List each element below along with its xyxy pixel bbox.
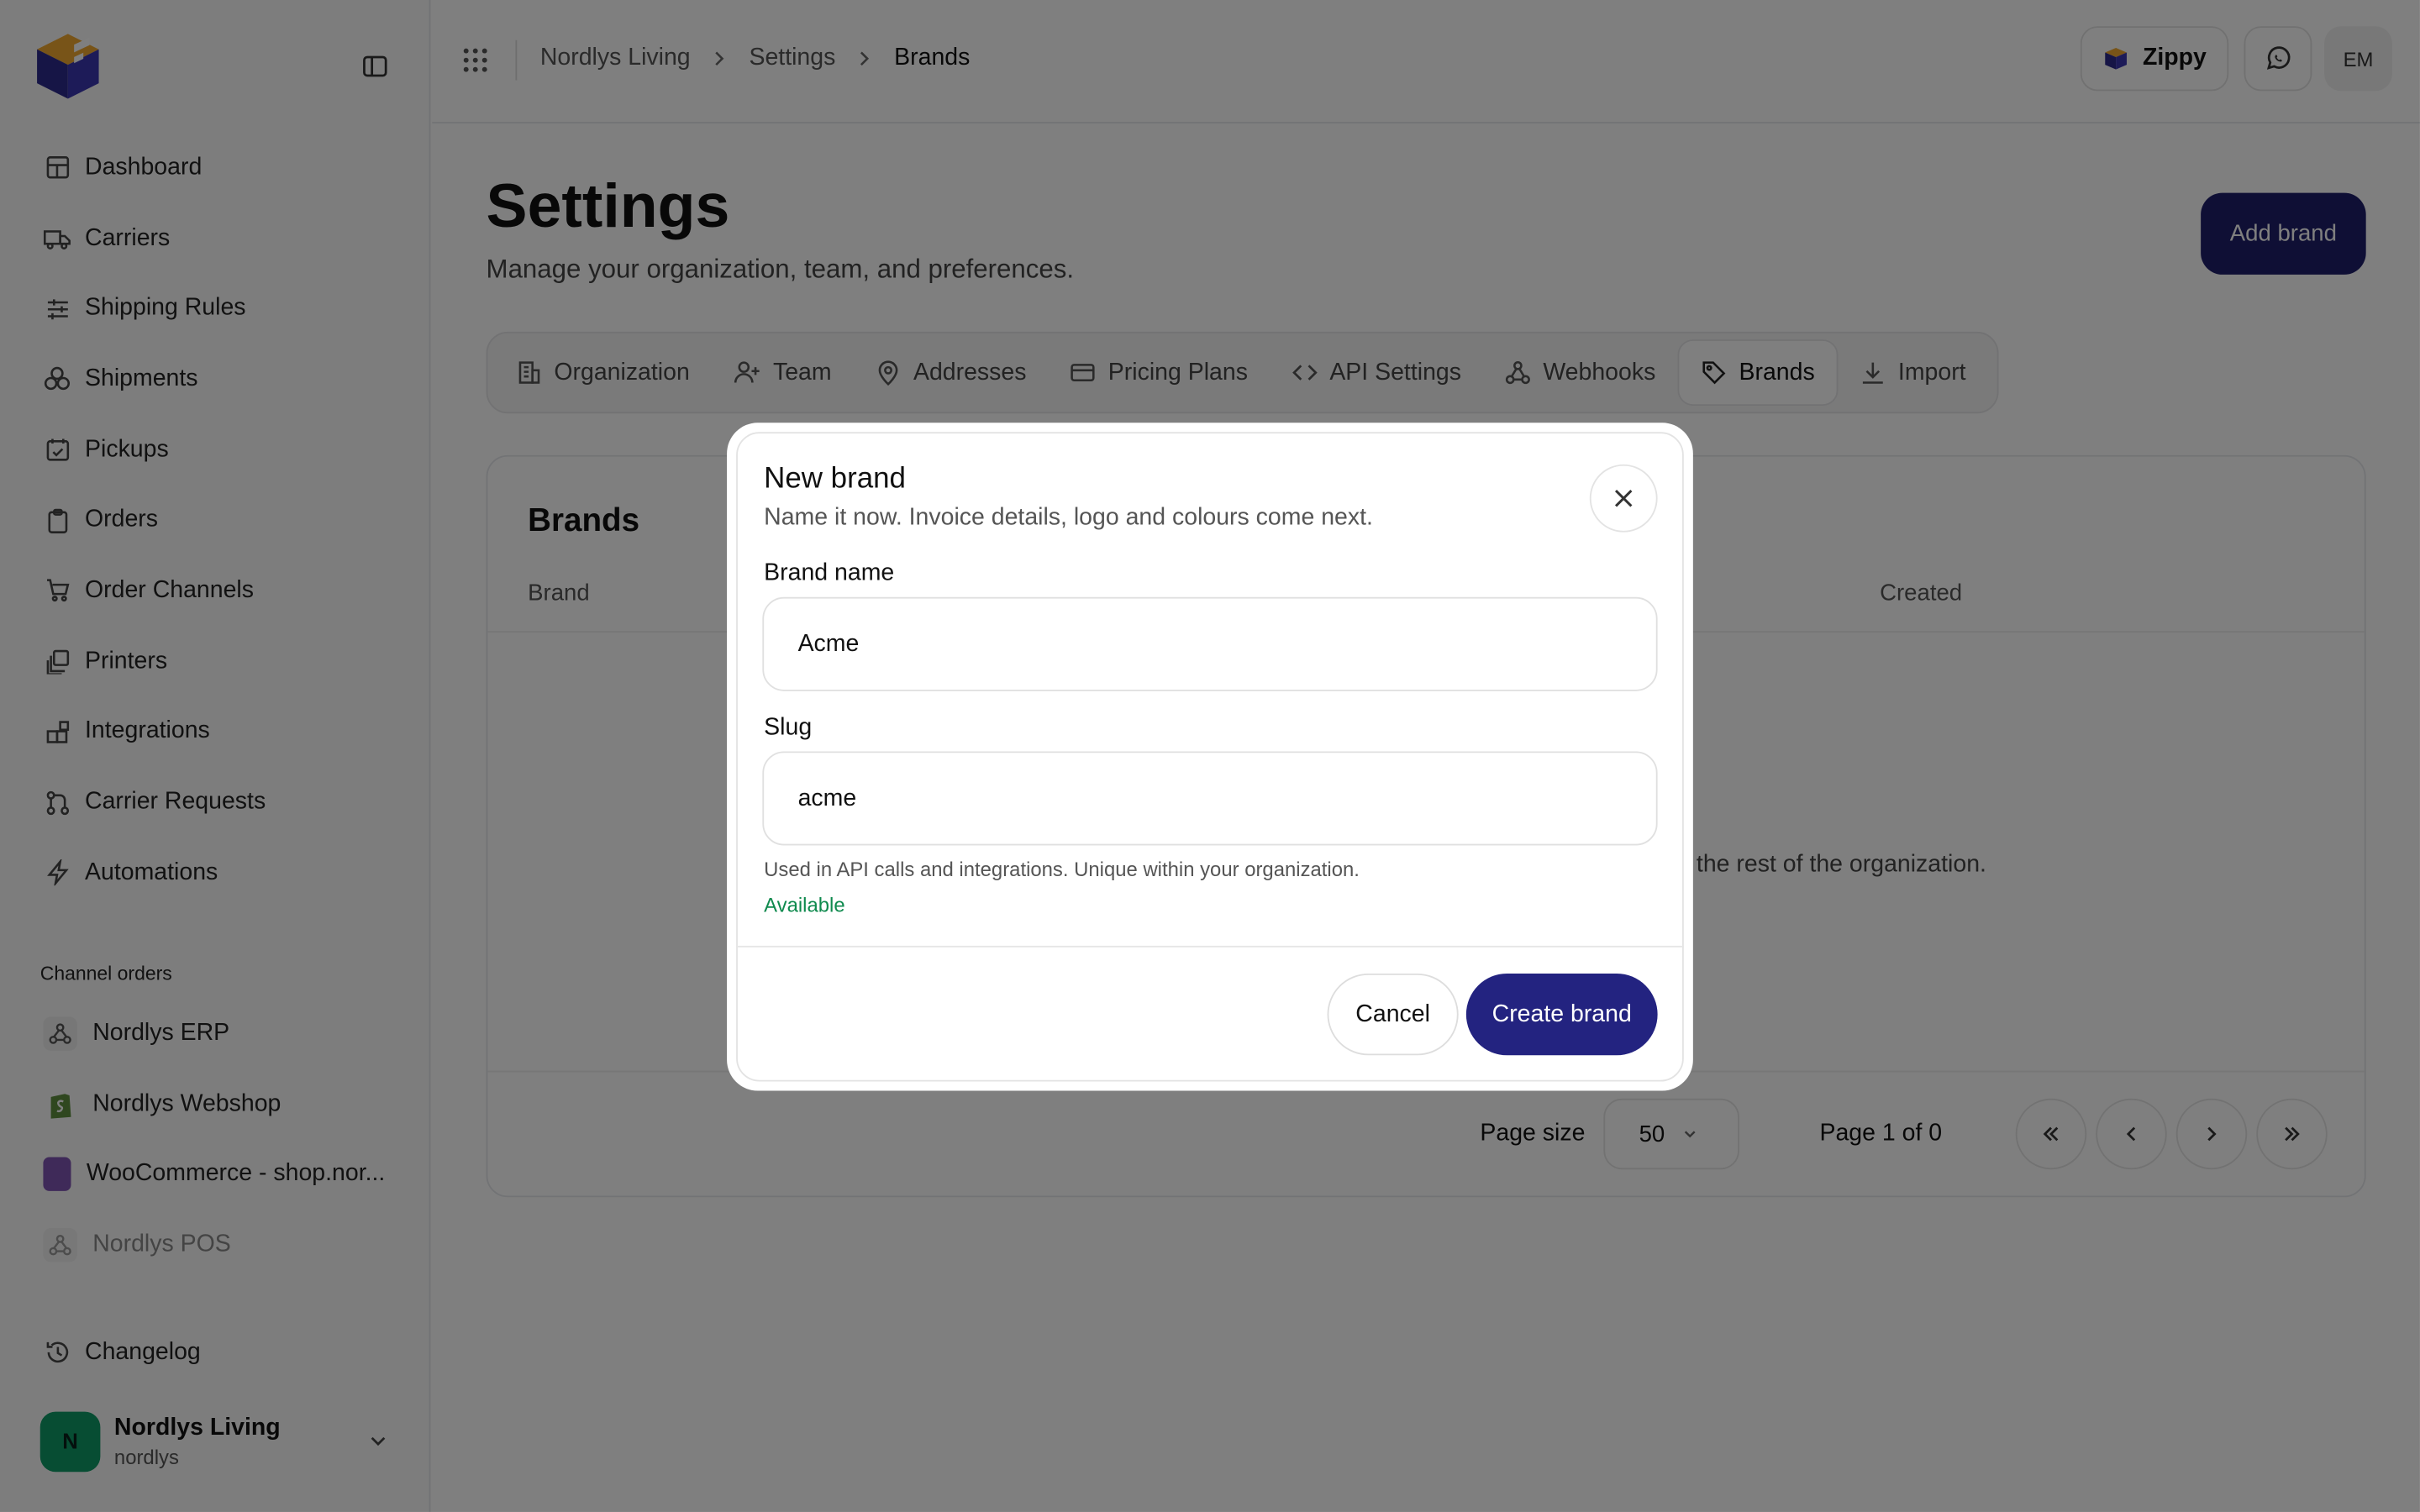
slug-value: acme — [797, 784, 857, 811]
slug-status: Available — [764, 893, 845, 916]
divider — [736, 945, 1684, 948]
cancel-button[interactable]: Cancel — [1327, 973, 1459, 1056]
brand-name-value: Acme — [797, 630, 860, 657]
close-button[interactable] — [1589, 464, 1658, 533]
slug-input[interactable]: acme — [762, 751, 1658, 846]
dialog-description: Name it now. Invoice details, logo and c… — [764, 504, 1373, 531]
slug-label: Slug — [764, 714, 813, 741]
brand-name-label: Brand name — [764, 559, 895, 586]
brand-name-input[interactable]: Acme — [762, 596, 1658, 691]
create-brand-button[interactable]: Create brand — [1465, 973, 1658, 1056]
slug-hint: Used in API calls and integrations. Uniq… — [764, 858, 1360, 881]
new-brand-dialog: New brand Name it now. Invoice details, … — [727, 423, 1693, 1091]
dialog-title: New brand — [764, 463, 906, 496]
close-icon — [1612, 486, 1636, 511]
